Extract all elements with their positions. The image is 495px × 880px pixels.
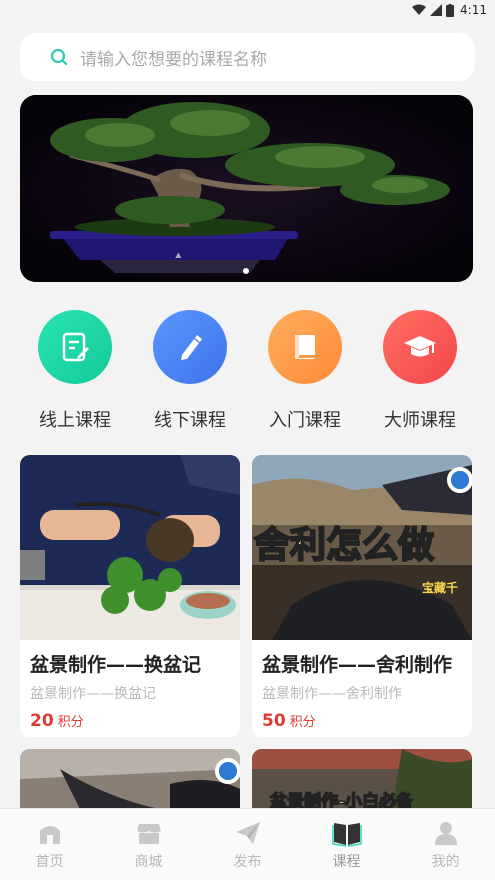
category-beginner[interactable]: 入门课程 — [250, 310, 360, 440]
category-icon-circle — [268, 310, 342, 384]
category-icon-circle — [383, 310, 457, 384]
course-subtitle: 盆景制作——换盆记 — [30, 686, 156, 702]
tab-label: 商城 — [134, 853, 163, 870]
tab-label: 课程 — [332, 853, 361, 870]
shop-icon — [136, 823, 161, 844]
category-offline[interactable]: 线下课程 — [135, 310, 245, 440]
tab-label: 发布 — [233, 853, 262, 870]
points-unit: 积分 — [57, 715, 84, 730]
signal-icon — [430, 4, 443, 16]
course-subtitle: 盆景制作——舍利制作 — [262, 686, 402, 702]
points-value: 50 — [262, 711, 286, 731]
course-title: 盆景制作——舍利制作 — [262, 654, 453, 676]
battery-icon — [446, 3, 455, 17]
status-icons — [412, 3, 455, 17]
open-book-icon — [331, 822, 362, 847]
tab-publish[interactable]: 发布 — [208, 819, 288, 871]
book-icon — [295, 335, 315, 359]
document-edit-icon — [62, 332, 89, 362]
banner-image: ⛰ — [20, 95, 473, 282]
tab-label: 我的 — [431, 853, 460, 870]
category-label: 大师课程 — [384, 410, 456, 431]
course-card-partial[interactable]: 盆景制作-小白必备 — [252, 749, 472, 809]
bottom-tab-bar: 首页 商城 发布 课程 我的 — [0, 808, 495, 880]
course-thumbnail: 盆景制作-小白必备 — [252, 749, 472, 809]
category-online[interactable]: 线上课程 — [20, 310, 130, 440]
category-label: 线下课程 — [154, 410, 226, 431]
graduation-cap-icon — [404, 336, 436, 357]
carousel-indicator[interactable] — [242, 267, 250, 275]
thumbnail-title: 舍利怎么做 — [254, 525, 434, 566]
thumbnail-overlay-text: 舍利怎么做 宝藏千 — [253, 524, 458, 595]
home-icon — [39, 825, 60, 844]
tab-profile[interactable]: 我的 — [406, 819, 486, 871]
category-row: 线上课程 线下课程 入门课程 大师课程 — [20, 310, 475, 440]
svg-text:⛰: ⛰ — [175, 251, 182, 260]
category-label: 入门课程 — [269, 410, 341, 431]
send-icon — [235, 821, 260, 844]
tab-home[interactable]: 首页 — [10, 819, 90, 871]
course-points: 50 积分 — [262, 711, 472, 731]
course-points: 20 积分 — [30, 711, 240, 731]
tab-label: 首页 — [35, 853, 64, 870]
search-bar[interactable]: 请输入您想要的课程名称 — [20, 33, 475, 81]
points-unit: 积分 — [289, 715, 316, 730]
search-icon — [50, 48, 68, 66]
thumbnail-title: 盆景制作-小白必备 — [269, 791, 414, 809]
status-bar: 4:11 — [0, 0, 495, 20]
course-thumbnail — [20, 455, 240, 640]
course-card-partial[interactable] — [20, 749, 240, 809]
tab-courses[interactable]: 课程 — [307, 819, 387, 871]
search-placeholder: 请输入您想要的课程名称 — [80, 49, 267, 70]
category-icon-circle — [153, 310, 227, 384]
category-icon-circle — [38, 310, 112, 384]
wifi-icon — [412, 4, 427, 15]
thumbnail-caption: 宝藏千 — [422, 580, 458, 595]
points-value: 20 — [30, 711, 54, 731]
course-thumbnail — [20, 749, 240, 809]
category-master[interactable]: 大师课程 — [365, 310, 475, 440]
pencil-icon — [181, 335, 202, 360]
category-label: 线上课程 — [39, 410, 111, 431]
status-time: 4:11 — [460, 3, 487, 17]
tab-shop[interactable]: 商城 — [109, 819, 189, 871]
banner-carousel[interactable]: ⛰ — [20, 95, 473, 282]
course-card[interactable]: 舍利怎么做 宝藏千 盆景制作——舍利制作 盆景制作——舍利制作 50 积分 — [252, 455, 472, 737]
user-icon — [434, 821, 457, 845]
course-card[interactable]: 盆景制作——换盆记 盆景制作——换盆记 20 积分 — [20, 455, 240, 737]
course-title: 盆景制作——换盆记 — [30, 654, 202, 676]
